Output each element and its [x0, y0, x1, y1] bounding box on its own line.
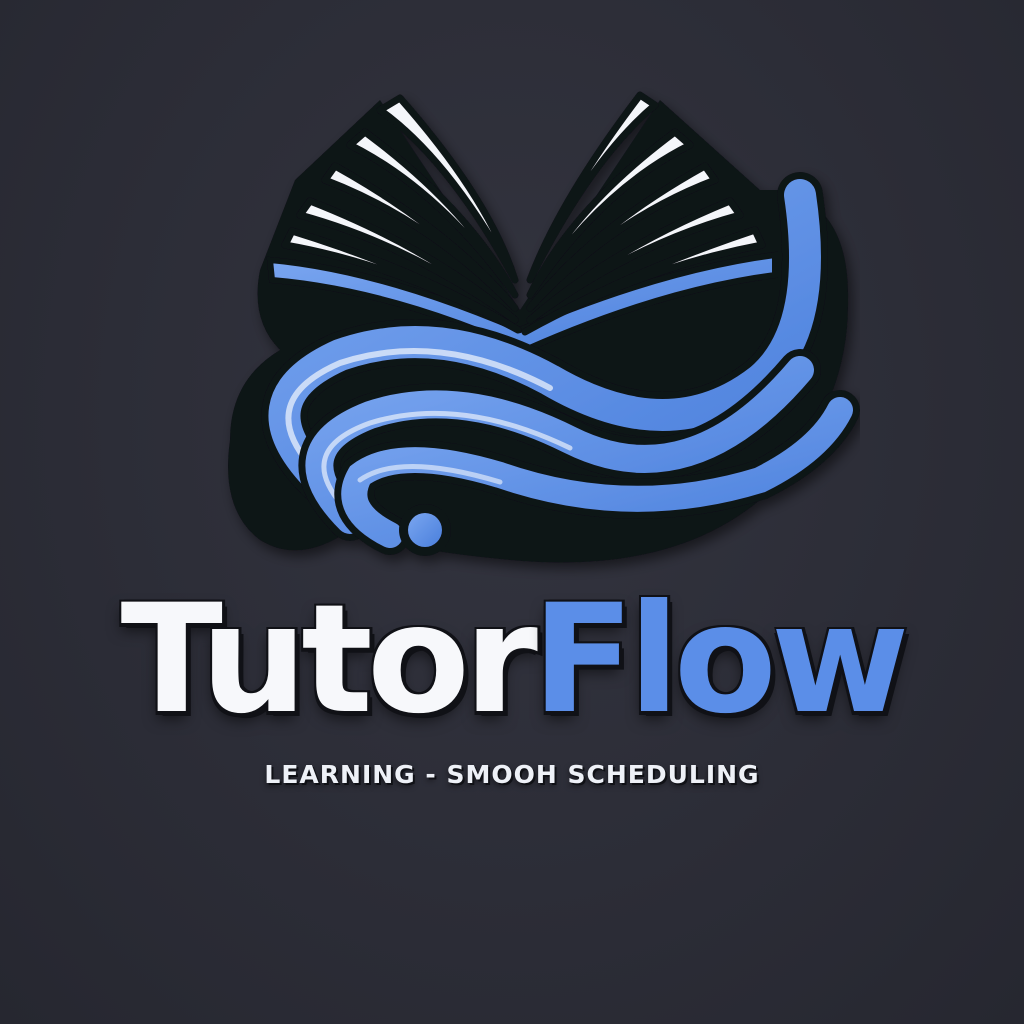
brand-name-part2: Flow: [531, 573, 910, 747]
brand-tagline: LEARNING - SMOOH SCHEDULING: [264, 760, 760, 789]
logo-canvas: { "brand": { "name_part1": "Tutor", "nam…: [0, 0, 1024, 1024]
brand-wordmark: TutorFlow: [0, 585, 1024, 735]
brand-name-part1: Tutor: [120, 573, 538, 747]
curl-dot: [408, 513, 442, 547]
open-book-wave-icon: [228, 91, 860, 563]
